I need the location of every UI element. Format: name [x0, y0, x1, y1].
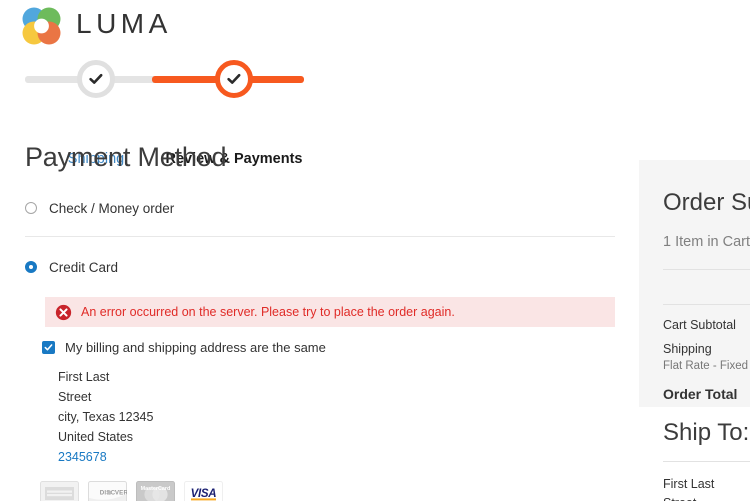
- order-total-label: Order Total: [663, 386, 738, 402]
- check-icon: [44, 344, 53, 351]
- order-totals: Cart Subtotal Shipping Flat Rate - Fixed…: [663, 316, 750, 404]
- address-country: United States: [58, 430, 134, 444]
- luma-flower-logo-icon: [22, 7, 61, 45]
- american-express-card-icon: [40, 481, 79, 501]
- address-phone-link[interactable]: 2345678: [58, 447, 640, 467]
- address-city-state-zip: city, Texas 12345: [58, 410, 154, 424]
- discover-card-icon: DISC VER: [88, 481, 127, 501]
- ship-to-street: Street: [663, 494, 750, 501]
- payment-option-credit-card[interactable]: Credit Card: [0, 255, 640, 279]
- luma-flower-logo[interactable]: [18, 5, 66, 49]
- payment-method-list: Check / Money order Credit Card: [0, 196, 640, 279]
- address-street: Street: [58, 390, 92, 404]
- total-label: Cart Subtotal: [663, 318, 736, 332]
- progress-step-review-payments[interactable]: [215, 60, 253, 98]
- checkbox-billing-same-as-shipping[interactable]: [42, 341, 55, 354]
- billing-same-as-shipping-row[interactable]: My billing and shipping address are the …: [42, 340, 640, 355]
- mastercard-card-icon: MasterCard: [136, 481, 175, 501]
- payment-method-divider: [25, 236, 615, 237]
- ship-to-title: Ship To:: [663, 419, 750, 446]
- ship-to-address: First Last Street: [663, 475, 750, 501]
- total-row-cart-subtotal: Cart Subtotal: [663, 316, 750, 334]
- total-row-shipping: Shipping Flat Rate - Fixed: [663, 340, 750, 374]
- billing-address-block: First Last Street city, Texas 12345 Unit…: [58, 367, 640, 467]
- accepted-credit-cards: DISC VER MasterCard VISA: [40, 481, 640, 501]
- summary-divider-bottom: [663, 304, 750, 305]
- error-message-text: An error occurred on the server. Please …: [81, 305, 455, 319]
- check-icon: [89, 73, 103, 84]
- radio-credit-card[interactable]: [25, 261, 37, 273]
- checkout-progress-bar: Shipping Review & Payments: [0, 56, 640, 167]
- order-summary-panel: Order Sum 1 Item in Cart Cart Subtotal S…: [639, 160, 750, 407]
- total-label: Shipping: [663, 342, 712, 356]
- payment-method-section: Payment Method Check / Money order Credi…: [0, 140, 640, 501]
- page-title: Payment Method: [25, 142, 227, 172]
- radio-check-money-order[interactable]: [25, 202, 37, 214]
- ship-to-divider: [663, 461, 750, 462]
- billing-same-label: My billing and shipping address are the …: [65, 340, 326, 355]
- check-icon: [227, 73, 241, 84]
- checkout-sidebar: Order Sum 1 Item in Cart Cart Subtotal S…: [639, 160, 750, 501]
- address-name: First Last: [58, 370, 110, 384]
- checkout-page: LUMA Shipping Review & Payments Payment …: [0, 0, 750, 501]
- ship-to-panel: Ship To: First Last Street: [639, 418, 750, 501]
- payment-option-label: Check / Money order: [49, 200, 175, 216]
- svg-text:MasterCard: MasterCard: [141, 486, 171, 492]
- brand-wordmark: LUMA: [76, 8, 172, 39]
- summary-divider-top: [663, 269, 750, 270]
- progress-step-shipping[interactable]: [77, 60, 115, 98]
- error-circle-x-icon: [55, 304, 72, 320]
- visa-card-icon: VISA: [184, 481, 223, 501]
- payment-option-label: Credit Card: [49, 259, 119, 275]
- payment-option-check-money-order[interactable]: Check / Money order: [0, 196, 640, 220]
- ship-to-name: First Last: [663, 477, 715, 491]
- server-error-message: An error occurred on the server. Please …: [45, 297, 615, 327]
- svg-text:VER: VER: [115, 490, 127, 497]
- cart-item-count[interactable]: 1 Item in Cart: [663, 233, 750, 252]
- page-header: LUMA: [0, 0, 640, 56]
- shipping-method-name: Flat Rate - Fixed: [663, 360, 748, 372]
- order-summary-title: Order Sum: [663, 189, 750, 216]
